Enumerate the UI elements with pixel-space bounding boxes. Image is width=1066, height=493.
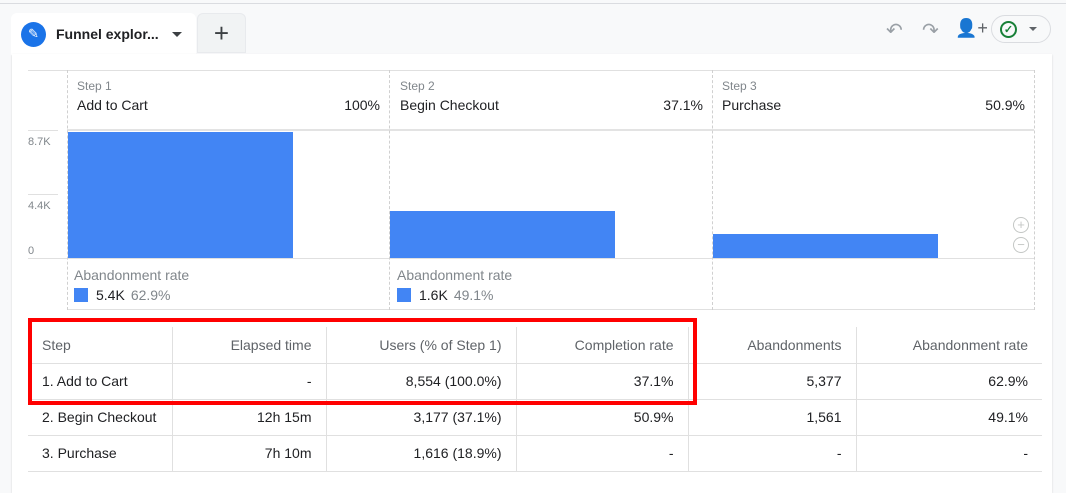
step-name: Purchase (722, 97, 782, 113)
abandon-count: 1.6K (419, 287, 448, 303)
table-row[interactable]: 3. Purchase 7h 10m 1,616 (18.9%) - - - (28, 435, 1042, 472)
column-header[interactable]: Abandonment rate (855, 327, 1042, 364)
table-cell: - (855, 435, 1042, 472)
redo-icon[interactable]: ↷ (922, 18, 939, 43)
column-divider (1034, 70, 1035, 310)
legend-swatch (74, 288, 88, 302)
legend-swatch (397, 288, 411, 302)
y-tick: 4.4K (28, 200, 51, 212)
zoom-in-icon[interactable]: + (1013, 217, 1029, 233)
undo-icon[interactable]: ↶ (886, 18, 903, 43)
table-cell: 7h 10m (171, 435, 326, 472)
column-header[interactable]: Abandonments (687, 327, 856, 364)
abandon-percent: 62.9% (130, 287, 171, 303)
table-cell: - (687, 435, 856, 472)
top-divider (0, 3, 1066, 4)
column-divider (712, 70, 713, 310)
table-cell: 5,377 (687, 363, 856, 400)
chart-top-line (28, 70, 1034, 71)
step-percent: 37.1% (663, 97, 703, 113)
chevron-down-icon (1029, 27, 1037, 31)
abandon-count: 5.4K (96, 287, 125, 303)
step-percent: 50.9% (985, 97, 1025, 113)
table-cell: 3. Purchase (28, 435, 172, 472)
bar-step-1[interactable] (68, 132, 293, 258)
chart-bottom-line (67, 309, 1034, 310)
tab-funnel-exploration[interactable]: ✎ Funnel explor... (11, 13, 196, 55)
step-label: Step 1 (77, 79, 112, 93)
table-cell: - (515, 435, 688, 472)
bar-step-3[interactable] (713, 234, 938, 258)
y-tick: 0 (28, 245, 35, 257)
step-name: Begin Checkout (400, 97, 499, 113)
highlight-box (28, 318, 697, 405)
step-name: Add to Cart (77, 97, 148, 113)
chevron-down-icon[interactable] (172, 31, 182, 37)
y-tick: 8.7K (28, 136, 51, 148)
step-label: Step 3 (722, 79, 757, 93)
abandonment-value: 5.4K 62.9% (74, 287, 171, 303)
table-cell: 49.1% (855, 399, 1042, 436)
abandonment-title: Abandonment rate (74, 267, 190, 283)
step-percent: 100% (344, 97, 380, 113)
add-tab-button[interactable]: + (197, 13, 246, 53)
zoom-out-icon[interactable]: − (1013, 237, 1029, 253)
table-cell: 62.9% (855, 363, 1042, 400)
person-add-icon[interactable]: 👤+ (955, 18, 988, 39)
baseline (28, 258, 1034, 259)
tab-label: Funnel explor... (56, 26, 159, 42)
pencil-icon[interactable]: ✎ (21, 21, 46, 47)
table-cell: 1,616 (18.9%) (325, 435, 516, 472)
table-cell: 1,561 (687, 399, 856, 436)
abandon-percent: 49.1% (453, 287, 494, 303)
gridline (28, 194, 58, 195)
step-label: Step 2 (400, 79, 435, 93)
bar-step-2[interactable] (390, 211, 615, 258)
header-divider (67, 129, 1034, 131)
check-circle-icon: ✓ (1000, 20, 1017, 38)
abandonment-value: 1.6K 49.1% (397, 287, 494, 303)
column-divider (389, 70, 390, 310)
status-button[interactable]: ✓ (991, 15, 1051, 43)
abandonment-title: Abandonment rate (397, 267, 513, 283)
gridline (28, 130, 58, 131)
